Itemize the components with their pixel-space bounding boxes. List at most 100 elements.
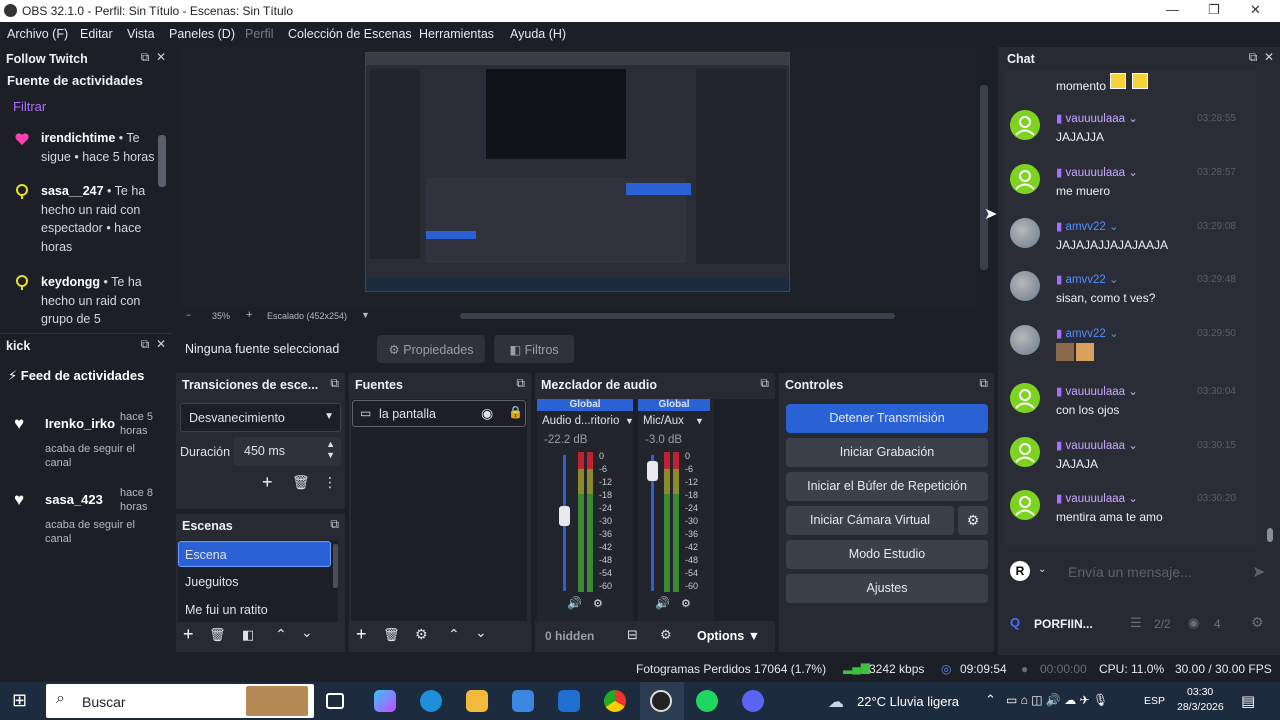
copilot-icon[interactable] xyxy=(374,690,396,712)
duration-spinbox[interactable]: 450 ms ▲ ▼ xyxy=(234,437,341,466)
volume-fader[interactable] xyxy=(559,506,570,527)
remove-scene-button[interactable]: 🗑 xyxy=(209,627,226,643)
chat-username[interactable]: ▮ vauuuulaaa ⌄ xyxy=(1056,111,1138,125)
chat-username[interactable]: ▮ vauuuulaaa ⌄ xyxy=(1056,438,1138,452)
options-button[interactable]: Options ▼ xyxy=(697,629,760,643)
source-properties-button[interactable]: ⚙ xyxy=(415,626,428,643)
preview-scrollbar-h[interactable] xyxy=(460,313,895,319)
speaker-icon[interactable]: 🔊 xyxy=(567,596,582,610)
outlook-icon[interactable] xyxy=(558,690,580,712)
close-dock-icon[interactable]: ✕ xyxy=(156,50,166,64)
undock-icon[interactable]: ⧉ xyxy=(141,50,150,64)
add-source-button[interactable]: + xyxy=(356,624,367,645)
undock-icon[interactable]: ⧉ xyxy=(330,517,339,532)
chat-scrollbar[interactable] xyxy=(1267,528,1273,542)
undock-icon[interactable]: ⧉ xyxy=(141,337,150,351)
maximize-button[interactable]: ❐ xyxy=(1208,2,1220,18)
chat-username[interactable]: ▮ amvv22 ⌄ xyxy=(1056,326,1119,340)
move-down-button[interactable]: ⌄ xyxy=(301,624,313,641)
trash-icon[interactable]: 🗑 xyxy=(292,474,310,491)
stop-streaming-button[interactable]: Detener Transmisión xyxy=(786,404,988,433)
volume-fader[interactable] xyxy=(647,461,658,482)
zoom-in-button[interactable]: + xyxy=(246,309,252,321)
settings-button[interactable]: Ajustes xyxy=(786,574,988,603)
filters-button[interactable]: ◧ Filtros xyxy=(494,335,574,363)
close-dock-icon[interactable]: ✕ xyxy=(156,337,166,351)
chevron-down-icon[interactable]: ⌄ xyxy=(1106,328,1119,340)
scenes-scrollbar[interactable] xyxy=(333,544,338,588)
obs-taskbar-active[interactable] xyxy=(640,682,684,720)
menu-archivo[interactable]: Archivo (F) xyxy=(7,27,68,41)
avatar[interactable] xyxy=(1010,437,1040,467)
avatar[interactable] xyxy=(1010,271,1040,301)
more-icon[interactable]: ⋮ xyxy=(323,474,337,491)
transition-select[interactable]: Desvanecimiento ▼ xyxy=(180,403,341,432)
monitor-settings-icon[interactable]: ⚙ xyxy=(681,597,691,610)
chevron-down-icon[interactable]: ▼ xyxy=(695,416,704,426)
undock-icon[interactable]: ⧉ xyxy=(516,376,525,391)
clock-time[interactable]: 03:30 xyxy=(1187,686,1213,698)
spin-arrows-icon[interactable]: ▲ ▼ xyxy=(326,439,335,461)
move-up-button[interactable]: ⌃ xyxy=(448,626,460,643)
undock-icon[interactable]: ⧉ xyxy=(1249,50,1258,64)
avatar[interactable] xyxy=(1010,110,1040,140)
discord-icon[interactable] xyxy=(742,690,764,712)
advanced-audio-icon[interactable]: ⚙ xyxy=(660,627,672,643)
scene-filters-button[interactable]: ◧ xyxy=(242,627,254,643)
notification-icon[interactable]: ▤ xyxy=(1241,692,1255,710)
menu-editar[interactable]: Editar xyxy=(80,27,113,41)
chat-username[interactable]: ▮ vauuuulaaa ⌄ xyxy=(1056,165,1138,179)
lock-icon[interactable]: 🔒 xyxy=(508,405,523,419)
menu-perfil[interactable]: Perfil xyxy=(245,27,273,41)
chat-username[interactable]: ▮ vauuuulaaa ⌄ xyxy=(1056,384,1138,398)
chrome-icon[interactable] xyxy=(604,690,626,712)
scene-item[interactable]: Jueguitos xyxy=(185,575,239,589)
avatar[interactable] xyxy=(1010,383,1040,413)
remove-source-button[interactable]: 🗑 xyxy=(383,627,400,643)
eye-icon[interactable]: ◉ xyxy=(481,405,493,422)
close-dock-icon[interactable]: ✕ xyxy=(1264,50,1274,64)
clock-date[interactable]: 28/3/2026 xyxy=(1177,701,1224,713)
move-up-button[interactable]: ⌃ xyxy=(275,626,287,643)
chevron-down-icon[interactable]: ⌄ xyxy=(1125,167,1138,179)
edge-icon[interactable] xyxy=(420,690,442,712)
chevron-down-icon[interactable]: ⌄ xyxy=(1125,386,1138,398)
weather-text[interactable]: 22°C Lluvia ligera xyxy=(857,694,959,709)
menu-vista[interactable]: Vista xyxy=(127,27,155,41)
avatar[interactable] xyxy=(1010,325,1040,355)
avatar[interactable] xyxy=(1010,218,1040,248)
file-explorer-icon[interactable] xyxy=(466,690,488,712)
chevron-down-icon[interactable]: ⌄ xyxy=(1106,221,1119,233)
avatar[interactable] xyxy=(1010,164,1040,194)
chevron-down-icon[interactable]: ▼ xyxy=(625,416,634,426)
chat-input[interactable]: Envía un mensaje... xyxy=(1068,564,1192,580)
scene-item[interactable]: Escena xyxy=(178,541,331,567)
undock-icon[interactable]: ⧉ xyxy=(979,376,988,391)
properties-button[interactable]: ⚙ Propiedades xyxy=(377,335,485,363)
close-button[interactable]: ✕ xyxy=(1250,2,1261,18)
chevron-down-icon[interactable]: ⌄ xyxy=(1125,440,1138,452)
send-icon[interactable]: ➤ xyxy=(1252,562,1265,582)
move-down-button[interactable]: ⌄ xyxy=(475,624,487,641)
language-indicator[interactable]: ESP xyxy=(1144,695,1165,707)
store-icon[interactable] xyxy=(512,690,534,712)
menu-ayuda[interactable]: Ayuda (H) xyxy=(510,27,566,41)
chevron-down-icon[interactable]: ⌄ xyxy=(1125,113,1138,125)
source-item[interactable]: ▭ la pantalla ◉ 🔒 xyxy=(352,400,526,427)
taskbar-search[interactable]: ⌕ Buscar xyxy=(46,684,314,718)
gear-icon[interactable]: ⚙ xyxy=(1251,614,1264,631)
tray-overflow-icon[interactable]: ⌃ xyxy=(985,692,996,708)
virtual-camera-settings-button[interactable]: ⚙ xyxy=(958,506,988,535)
menu-herramientas[interactable]: Herramientas xyxy=(419,27,494,41)
undock-icon[interactable]: ⧉ xyxy=(760,376,769,391)
chevron-down-icon[interactable]: ⌄ xyxy=(1038,564,1046,575)
menu-coleccion-escenas[interactable]: Colección de Escenas xyxy=(288,27,412,41)
avatar[interactable] xyxy=(1010,490,1040,520)
scene-item[interactable]: Me fui un ratito xyxy=(185,603,268,617)
filter-link[interactable]: Filtrar xyxy=(13,99,46,114)
monitor-settings-icon[interactable]: ⚙ xyxy=(593,597,603,610)
tray-icons[interactable]: ▭ ⌂ ◫ 🔊 ☁ ✈ 🎙 xyxy=(1006,693,1108,707)
chat-username[interactable]: ▮ amvv22 ⌄ xyxy=(1056,272,1119,286)
menu-paneles[interactable]: Paneles (D) xyxy=(169,27,235,41)
layout-icon[interactable]: ⊟ xyxy=(627,627,638,643)
